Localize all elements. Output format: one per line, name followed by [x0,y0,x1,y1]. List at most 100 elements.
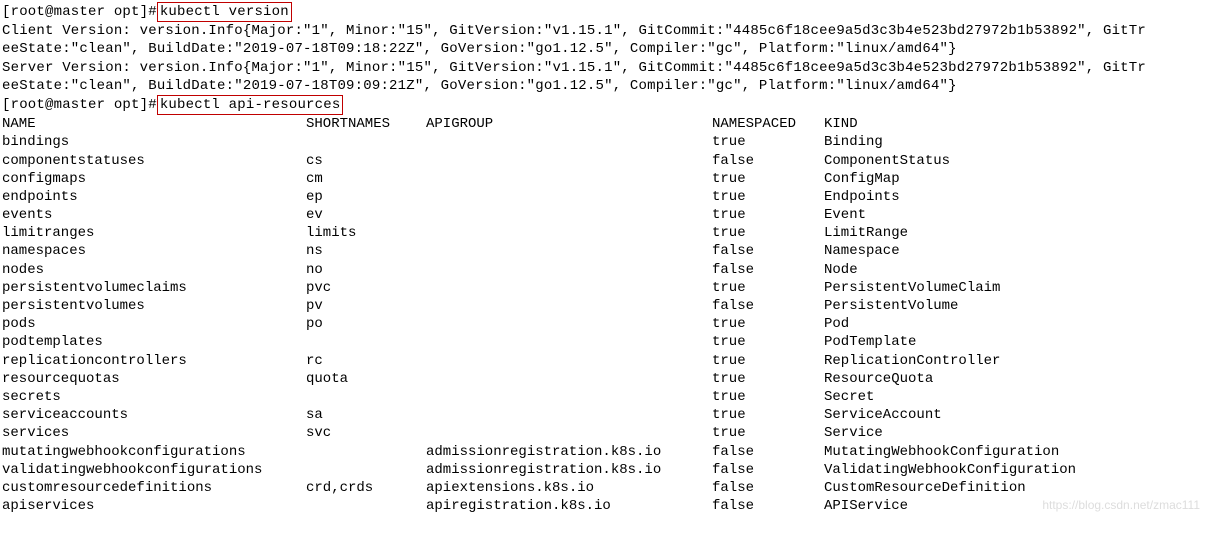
cell-namespaced: true [712,424,824,442]
cell-name: replicationcontrollers [2,352,306,370]
cell-apigroup [426,388,712,406]
cell-name: apiservices [2,497,306,515]
table-row: validatingwebhookconfigurationsadmission… [2,461,1206,479]
cell-namespaced: false [712,443,824,461]
cell-shortnames [306,443,426,461]
cell-shortnames: pvc [306,279,426,297]
cell-shortnames: cm [306,170,426,188]
cell-shortnames: crd,crds [306,479,426,497]
cell-name: services [2,424,306,442]
cell-namespaced: false [712,261,824,279]
cell-apigroup [426,315,712,333]
cell-shortnames: pv [306,297,426,315]
prompt-prefix: [root@master opt]# [2,97,157,113]
cell-kind: PodTemplate [824,333,1206,351]
table-row: resourcequotasquotatrueResourceQuota [2,370,1206,388]
table-row: persistentvolumespv falsePersistentVolume [2,297,1206,315]
cell-kind: PersistentVolumeClaim [824,279,1206,297]
version-output-line: eeState:"clean", BuildDate:"2019-07-18T0… [2,40,1206,58]
table-row: namespacesnsfalseNamespace [2,242,1206,260]
command-text: kubectl api-resources [160,97,341,113]
cell-apigroup [426,224,712,242]
cell-kind: CustomResourceDefinition [824,479,1206,497]
cell-apigroup: admissionregistration.k8s.io [426,443,712,461]
cell-kind: PersistentVolume [824,297,1206,315]
table-row: componentstatusescs falseComponentStatus [2,152,1206,170]
cell-apigroup [426,206,712,224]
cell-shortnames [306,388,426,406]
cell-name: validatingwebhookconfigurations [2,461,306,479]
cell-namespaced: true [712,370,824,388]
cell-name: mutatingwebhookconfigurations [2,443,306,461]
table-header-row: NAME SHORTNAMES APIGROUP NAMESPACED KIND [2,115,1206,133]
header-name: NAME [2,115,306,133]
cell-apigroup [426,170,712,188]
cell-name: componentstatuses [2,152,306,170]
table-row: secretstrueSecret [2,388,1206,406]
header-kind: KIND [824,115,1206,133]
cell-apigroup: apiextensions.k8s.io [426,479,712,497]
cell-shortnames [306,497,426,515]
cell-namespaced: true [712,188,824,206]
cell-name: pods [2,315,306,333]
table-row: podspotruePod [2,315,1206,333]
cell-kind: ValidatingWebhookConfiguration [824,461,1206,479]
header-namespaced: NAMESPACED [712,115,824,133]
cell-apigroup [426,370,712,388]
cell-kind: Pod [824,315,1206,333]
prompt-prefix: [root@master opt]# [2,4,157,20]
cell-name: limitranges [2,224,306,242]
cell-namespaced: false [712,497,824,515]
prompt-line-1: [root@master opt]# kubectl version [2,2,1206,22]
cell-kind: Namespace [824,242,1206,260]
table-row: servicessvctrueService [2,424,1206,442]
command-text: kubectl version [160,4,289,20]
cell-kind: Secret [824,388,1206,406]
table-row: customresourcedefinitionscrd,crdsapiexte… [2,479,1206,497]
cell-kind: MutatingWebhookConfiguration [824,443,1206,461]
cell-name: customresourcedefinitions [2,479,306,497]
cell-apigroup [426,188,712,206]
cell-apigroup [426,352,712,370]
version-output-line: Server Version: version.Info{Major:"1", … [2,59,1206,77]
table-row: configmapscmtrueConfigMap [2,170,1206,188]
cell-name: configmaps [2,170,306,188]
table-row: eventsevtrueEvent [2,206,1206,224]
cell-shortnames: cs [306,152,426,170]
cell-apigroup [426,261,712,279]
cell-shortnames: svc [306,424,426,442]
cell-namespaced: false [712,297,824,315]
cell-apigroup [426,406,712,424]
cell-namespaced: false [712,461,824,479]
cell-namespaced: false [712,152,824,170]
cell-shortnames: ns [306,242,426,260]
cell-apigroup [426,242,712,260]
cell-namespaced: true [712,279,824,297]
cell-kind: Node [824,261,1206,279]
cell-name: podtemplates [2,333,306,351]
cell-shortnames [306,333,426,351]
cell-namespaced: true [712,352,824,370]
cell-shortnames [306,133,426,151]
cell-kind: LimitRange [824,224,1206,242]
cell-name: persistentvolumes [2,297,306,315]
cell-name: persistentvolumeclaims [2,279,306,297]
cell-namespaced: true [712,406,824,424]
prompt-line-2: [root@master opt]# kubectl api-resources [2,95,1206,115]
cell-apigroup [426,424,712,442]
table-row: bindingstrueBinding [2,133,1206,151]
cell-name: events [2,206,306,224]
cell-shortnames: rc [306,352,426,370]
cell-shortnames: ev [306,206,426,224]
cell-kind: ServiceAccount [824,406,1206,424]
cell-kind: ReplicationController [824,352,1206,370]
cell-namespaced: true [712,315,824,333]
version-output-line: Client Version: version.Info{Major:"1", … [2,22,1206,40]
cell-namespaced: false [712,242,824,260]
cell-apigroup [426,152,712,170]
cell-kind: ComponentStatus [824,152,1206,170]
cell-shortnames [306,461,426,479]
cell-namespaced: false [712,479,824,497]
version-output-line: eeState:"clean", BuildDate:"2019-07-18T0… [2,77,1206,95]
table-row: mutatingwebhookconfigurations admissionre… [2,443,1206,461]
